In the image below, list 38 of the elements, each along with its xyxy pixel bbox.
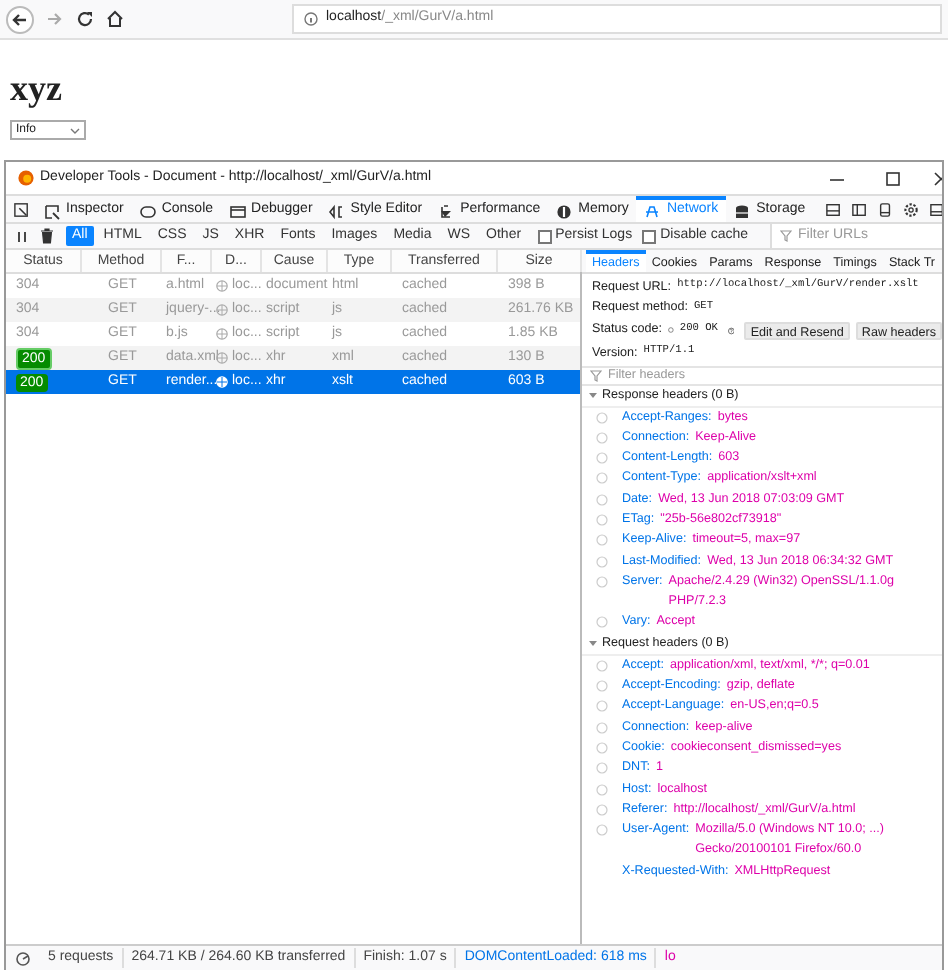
filter-icon — [590, 369, 602, 381]
dock-bottom-icon[interactable] — [825, 201, 840, 217]
settings-icon[interactable] — [903, 201, 918, 217]
pause-icon[interactable] — [16, 229, 28, 243]
style-editor-icon — [328, 203, 345, 219]
globe-icon — [216, 304, 228, 316]
console-icon — [139, 203, 156, 219]
close-panel-icon[interactable] — [929, 201, 943, 217]
debugger-icon — [229, 203, 246, 219]
help-icon[interactable] — [727, 323, 735, 337]
filter-icon — [780, 230, 792, 242]
inspector-icon — [44, 203, 61, 219]
back-icon[interactable] — [6, 5, 34, 33]
caret-down-icon — [588, 638, 598, 649]
chevron-down-icon — [70, 127, 80, 133]
memory-icon — [556, 203, 573, 219]
firefox-icon — [18, 170, 34, 186]
status-circle-icon — [668, 324, 674, 336]
globe-icon — [216, 328, 228, 340]
forward-icon[interactable] — [46, 10, 64, 28]
info-icon[interactable] — [304, 12, 318, 26]
home-icon[interactable] — [106, 10, 124, 28]
page-heading: xyz — [10, 68, 62, 108]
performance-icon — [438, 203, 455, 219]
globe-icon — [216, 280, 228, 292]
network-icon — [644, 203, 661, 219]
performance-analysis-icon[interactable] — [16, 951, 30, 965]
globe-icon — [216, 376, 228, 388]
storage-icon — [734, 203, 751, 219]
dock-side-icon[interactable] — [851, 201, 866, 217]
maximize-icon[interactable] — [886, 171, 900, 185]
reload-icon[interactable] — [76, 10, 94, 28]
element-picker-icon[interactable] — [14, 201, 29, 217]
caret-down-icon — [588, 390, 598, 400]
close-icon[interactable] — [934, 171, 942, 185]
globe-icon — [216, 352, 228, 364]
window-icon[interactable] — [877, 201, 892, 217]
trash-icon[interactable] — [40, 228, 54, 244]
